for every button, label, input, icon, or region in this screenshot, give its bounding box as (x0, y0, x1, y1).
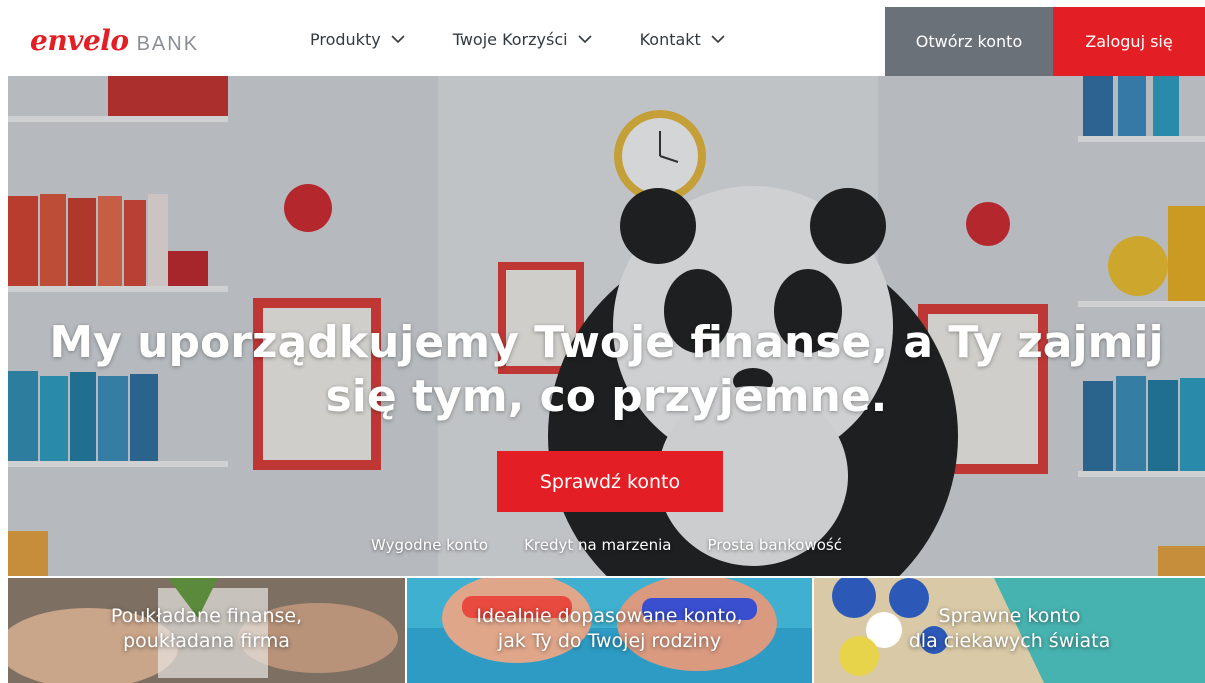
promo-tile-rodzina[interactable]: Idealnie dopasowane konto, jak Ty do Two… (407, 578, 812, 683)
promo-tile-line1: Poukładane finanse, (110, 605, 303, 627)
nav-item-label: Kontakt (639, 30, 701, 49)
nav-item-label: Twoje Korzyści (452, 30, 568, 49)
chevron-down-icon (578, 35, 592, 44)
promo-tile-firma[interactable]: Poukładane finanse, poukładana firma (8, 578, 405, 683)
logo-wordmark: envelo (30, 24, 129, 57)
check-account-button[interactable]: Sprawdź konto (497, 451, 723, 512)
envelo-bank-logo[interactable]: envelo BANK (30, 24, 199, 57)
promo-tile-text: Sprawne konto dla ciekawych świata (814, 604, 1205, 654)
promo-tile-line1: Idealnie dopasowane konto, (476, 605, 743, 627)
hero-headline-line2: się tym, co przyjemne. (325, 371, 888, 422)
chevron-down-icon (391, 35, 405, 44)
site-header: envelo BANK Produkty Twoje Korzyści Kont… (0, 0, 1205, 76)
hero-headline: My uporządkujemy Twoje finanse, a Ty zaj… (8, 316, 1205, 424)
chevron-down-icon (711, 35, 725, 44)
nav-item-label: Produkty (310, 30, 381, 49)
promo-tile-podroze[interactable]: Sprawne konto dla ciekawych świata (814, 578, 1205, 683)
promo-tile-line2: jak Ty do Twojej rodziny (497, 630, 722, 652)
nav-item-kontakt[interactable]: Kontakt (640, 30, 725, 49)
login-button[interactable]: Zaloguj się (1053, 7, 1205, 76)
main-navigation: Produkty Twoje Korzyści Kontakt (310, 30, 773, 49)
hero-banner: My uporządkujemy Twoje finanse, a Ty zaj… (8, 76, 1205, 576)
hero-link-wygodne-konto[interactable]: Wygodne konto (371, 536, 488, 554)
hero-link-prosta-bankowosc[interactable]: Prosta bankowość (707, 536, 842, 554)
logo-bank-label: BANK (136, 33, 200, 55)
hero-quick-links: Wygodne konto Kredyt na marzenia Prosta … (8, 536, 1205, 554)
promo-tile-line2: poukładana firma (123, 630, 290, 652)
hero-headline-line1: My uporządkujemy Twoje finanse, a Ty zaj… (49, 317, 1164, 368)
hero-link-kredyt-na-marzenia[interactable]: Kredyt na marzenia (524, 536, 671, 554)
promo-tile-text: Idealnie dopasowane konto, jak Ty do Two… (407, 604, 812, 654)
nav-item-produkty[interactable]: Produkty (310, 30, 405, 49)
promo-tile-text: Poukładane finanse, poukładana firma (8, 604, 405, 654)
nav-item-twoje-korzysci[interactable]: Twoje Korzyści (453, 30, 592, 49)
promo-tiles: Poukładane finanse, poukładana firma Ide… (8, 578, 1205, 683)
promo-tile-line2: dla ciekawych świata (908, 630, 1111, 652)
promo-tile-line1: Sprawne konto (938, 605, 1081, 627)
open-account-button[interactable]: Otwórz konto (885, 7, 1053, 76)
